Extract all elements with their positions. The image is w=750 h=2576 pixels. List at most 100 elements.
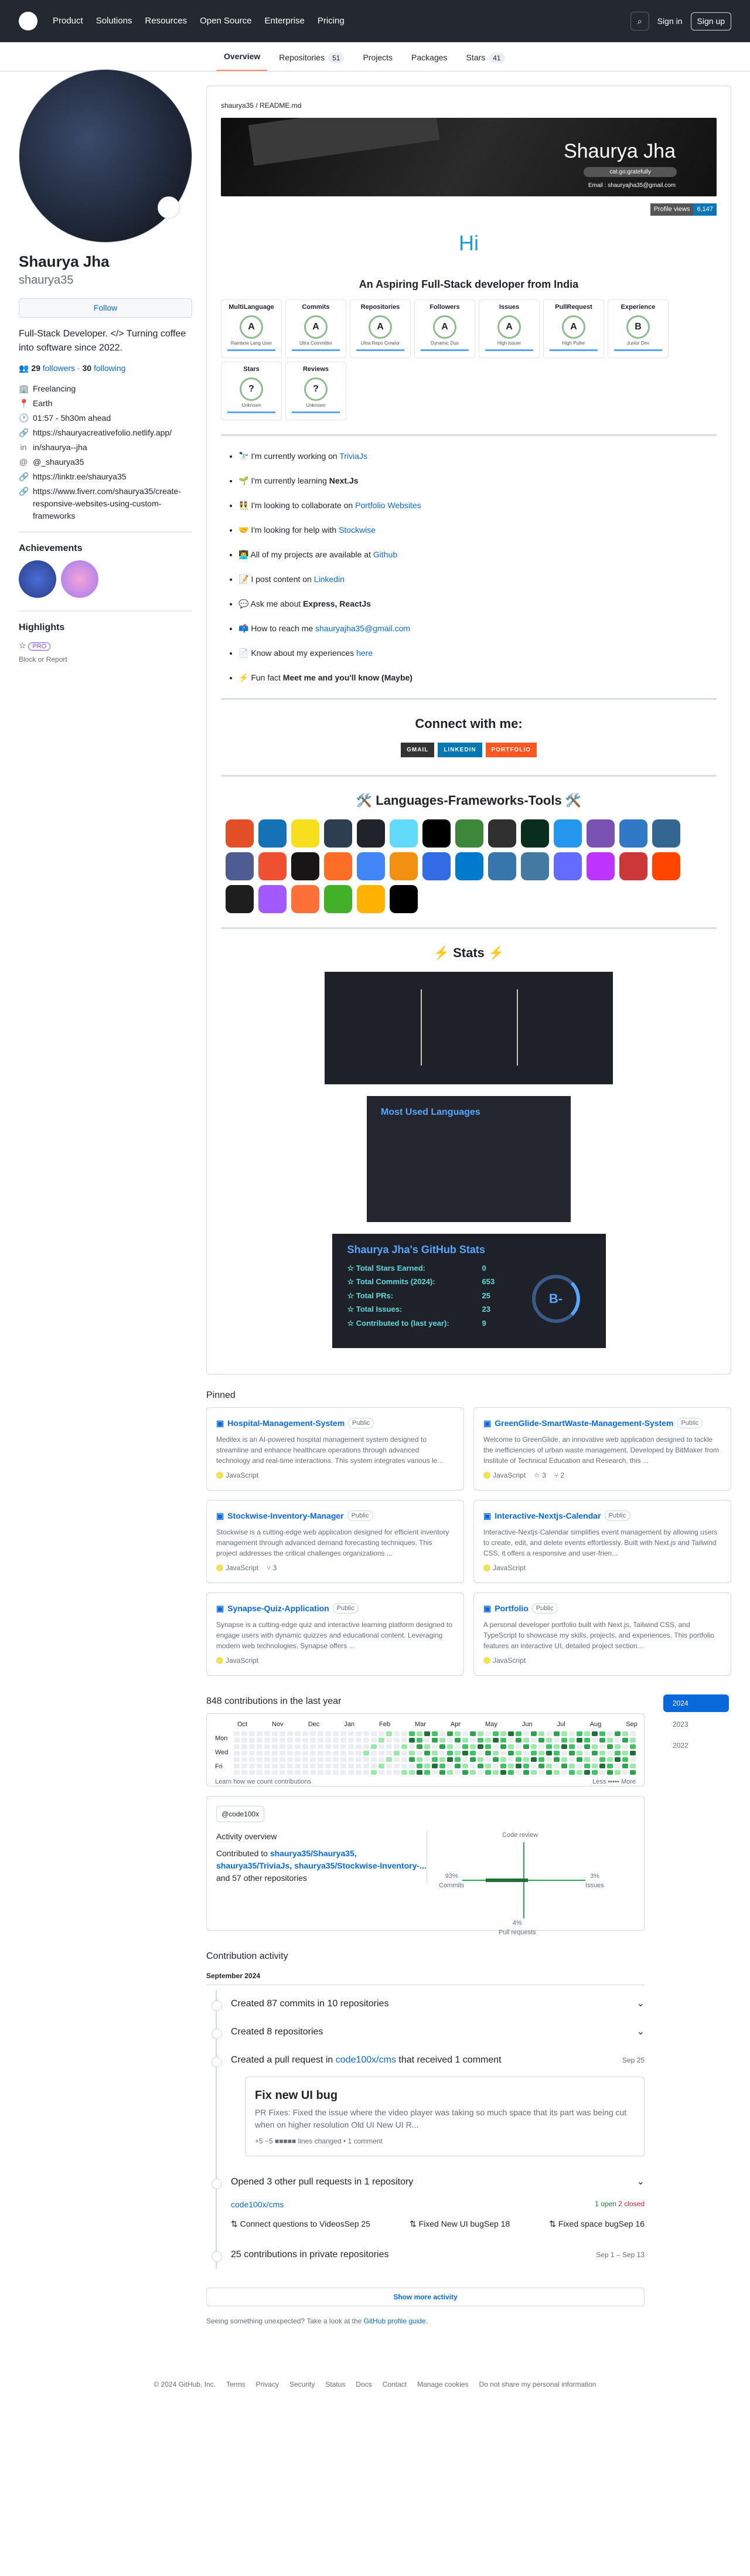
calendar-day[interactable]	[424, 1738, 430, 1743]
repo-stars[interactable]: ☆ 3	[534, 1470, 546, 1481]
calendar-day[interactable]	[234, 1744, 240, 1749]
footer-link[interactable]: Manage cookies	[417, 2379, 468, 2390]
calendar-day[interactable]	[485, 1757, 491, 1762]
calendar-day[interactable]	[333, 1770, 339, 1775]
calendar-day[interactable]	[569, 1744, 575, 1749]
nav-item-solutions[interactable]: Solutions	[96, 15, 132, 28]
calendar-day[interactable]	[234, 1757, 240, 1762]
calendar-day[interactable]	[569, 1757, 575, 1762]
calendar-day[interactable]	[478, 1751, 483, 1755]
pr-item[interactable]: ⇅ Connect questions to Videos Sep 25	[231, 2216, 370, 2233]
calendar-day[interactable]	[470, 1770, 476, 1775]
calendar-day[interactable]	[531, 1764, 537, 1768]
calendar-day[interactable]	[287, 1744, 293, 1749]
calendar-day[interactable]	[241, 1738, 247, 1743]
nav-item-enterprise[interactable]: Enterprise	[265, 15, 305, 28]
calendar-day[interactable]	[287, 1764, 293, 1768]
calendar-day[interactable]	[356, 1764, 362, 1768]
calendar-day[interactable]	[569, 1738, 575, 1743]
year-2024[interactable]: 2024	[663, 1694, 729, 1712]
calendar-day[interactable]	[264, 1731, 270, 1736]
calendar-day[interactable]	[432, 1744, 438, 1749]
calendar-day[interactable]	[455, 1738, 461, 1743]
calendar-day[interactable]	[508, 1744, 514, 1749]
calendar-day[interactable]	[615, 1731, 621, 1736]
calendar-day[interactable]	[478, 1757, 483, 1762]
calendar-day[interactable]	[363, 1770, 369, 1775]
calendar-day[interactable]	[592, 1764, 598, 1768]
calendar-day[interactable]	[417, 1764, 422, 1768]
calendar-day[interactable]	[485, 1738, 491, 1743]
calendar-day[interactable]	[424, 1770, 430, 1775]
calendar-day[interactable]	[584, 1764, 590, 1768]
calendar-day[interactable]	[310, 1770, 316, 1775]
calendar-day[interactable]	[363, 1738, 369, 1743]
followers-link[interactable]: 29 followers	[31, 363, 75, 373]
calendar-day[interactable]	[622, 1770, 628, 1775]
calendar-day[interactable]	[554, 1757, 560, 1762]
calendar-day[interactable]	[531, 1751, 537, 1755]
calendar-day[interactable]	[279, 1744, 285, 1749]
calendar-day[interactable]	[356, 1751, 362, 1755]
footer-link[interactable]: Terms	[226, 2379, 246, 2390]
calendar-day[interactable]	[241, 1757, 247, 1762]
calendar-day[interactable]	[630, 1751, 636, 1755]
calendar-day[interactable]	[417, 1751, 422, 1755]
calendar-day[interactable]	[599, 1731, 605, 1736]
calendar-day[interactable]	[333, 1744, 339, 1749]
calendar-day[interactable]	[592, 1751, 598, 1755]
calendar-day[interactable]	[279, 1770, 285, 1775]
calendar-day[interactable]	[318, 1744, 323, 1749]
calendar-day[interactable]	[340, 1744, 346, 1749]
calendar-day[interactable]	[478, 1770, 483, 1775]
vcard-text[interactable]: in/shaurya--jha	[33, 441, 87, 454]
calendar-day[interactable]	[241, 1744, 247, 1749]
calendar-day[interactable]	[318, 1770, 323, 1775]
calendar-day[interactable]	[257, 1751, 262, 1755]
calendar-day[interactable]	[371, 1731, 377, 1736]
calendar-day[interactable]	[257, 1764, 262, 1768]
calendar-day[interactable]	[272, 1770, 278, 1775]
calendar-day[interactable]	[432, 1757, 438, 1762]
calendar-day[interactable]	[554, 1738, 560, 1743]
calendar-day[interactable]	[234, 1751, 240, 1755]
calendar-day[interactable]	[447, 1757, 453, 1762]
calendar-day[interactable]	[516, 1744, 521, 1749]
calendar-day[interactable]	[462, 1770, 468, 1775]
calendar-day[interactable]	[279, 1731, 285, 1736]
calendar-day[interactable]	[493, 1744, 499, 1749]
calendar-day[interactable]	[599, 1744, 605, 1749]
calendar-day[interactable]	[325, 1770, 331, 1775]
calendar-day[interactable]	[470, 1757, 476, 1762]
calendar-day[interactable]	[439, 1770, 445, 1775]
calendar-day[interactable]	[325, 1764, 331, 1768]
calendar-day[interactable]	[508, 1757, 514, 1762]
calendar-day[interactable]	[462, 1757, 468, 1762]
calendar-day[interactable]	[577, 1731, 582, 1736]
pr-item[interactable]: ⇅ Fixed space bug Sep 16	[549, 2216, 645, 2233]
calendar-day[interactable]	[546, 1738, 552, 1743]
calendar-day[interactable]	[318, 1731, 323, 1736]
calendar-day[interactable]	[592, 1757, 598, 1762]
calendar-day[interactable]	[470, 1738, 476, 1743]
calendar-day[interactable]	[577, 1770, 582, 1775]
calendar-day[interactable]	[577, 1738, 582, 1743]
calendar-day[interactable]	[272, 1764, 278, 1768]
calendar-day[interactable]	[462, 1751, 468, 1755]
calendar-day[interactable]	[340, 1770, 346, 1775]
calendar-day[interactable]	[310, 1744, 316, 1749]
calendar-day[interactable]	[279, 1757, 285, 1762]
calendar-day[interactable]	[279, 1751, 285, 1755]
calendar-day[interactable]	[333, 1731, 339, 1736]
event-repos[interactable]: Created 8 repositories ⌄	[212, 2018, 645, 2046]
pr-item-title[interactable]: ⇅ Fixed New UI bug	[410, 2218, 484, 2230]
calendar-day[interactable]	[577, 1751, 582, 1755]
repo-forks[interactable]: ⑂ 2	[554, 1470, 564, 1481]
calendar-day[interactable]	[599, 1764, 605, 1768]
calendar-day[interactable]	[531, 1770, 537, 1775]
pinned-repo-name[interactable]: Interactive-Nextjs-Calendar	[495, 1510, 601, 1522]
pr-title[interactable]: Fix new UI bug	[255, 2087, 635, 2104]
calendar-day[interactable]	[592, 1744, 598, 1749]
calendar-day[interactable]	[500, 1764, 506, 1768]
calendar-day[interactable]	[493, 1764, 499, 1768]
